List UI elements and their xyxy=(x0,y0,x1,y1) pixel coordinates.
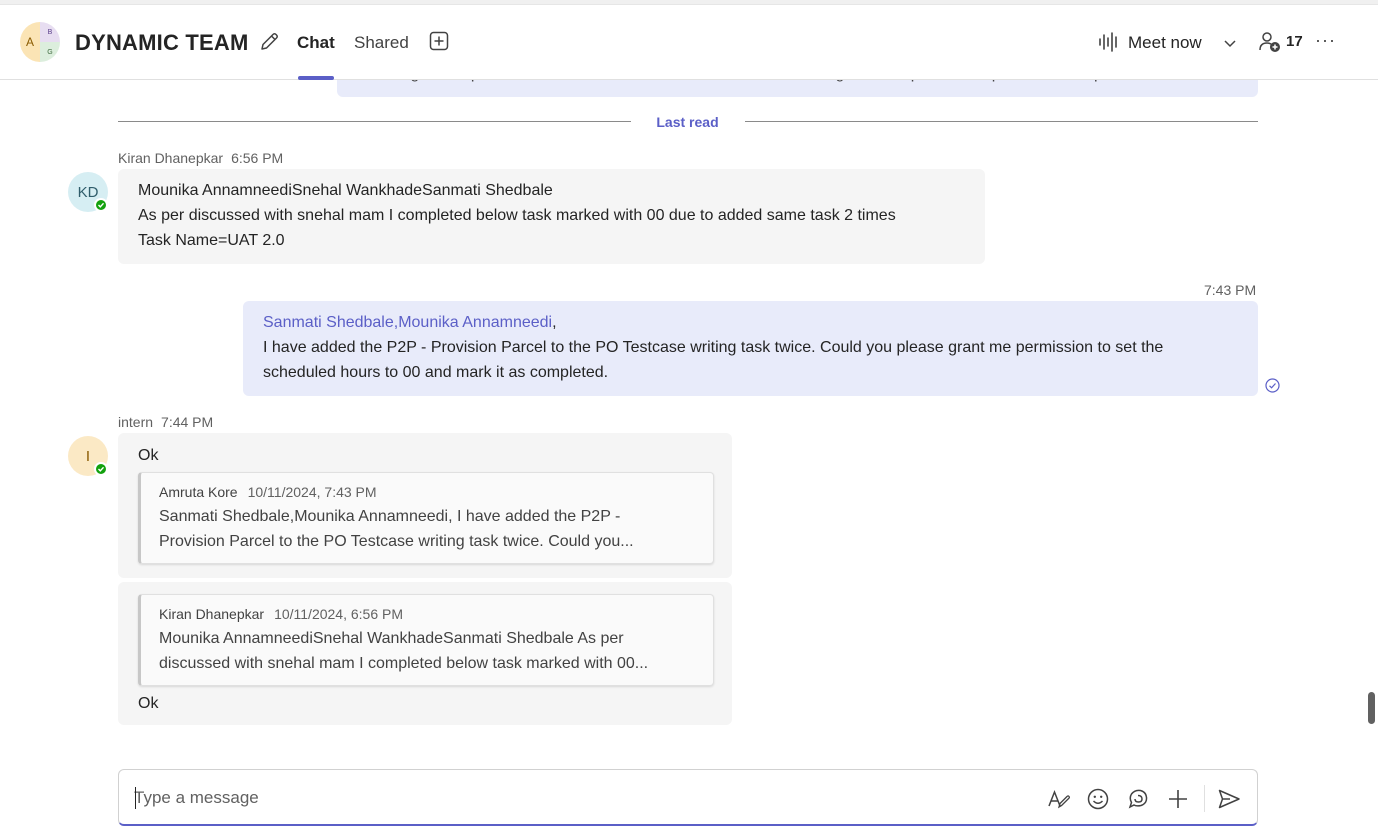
message-time: 7:43 PM xyxy=(1204,282,1257,298)
message-author[interactable]: intern xyxy=(118,414,153,430)
quoted-message-meta: Amruta Kore 10/11/2024, 7:43 PM xyxy=(159,484,377,500)
last-read-divider-right xyxy=(745,121,1258,122)
chat-header: A B G DYNAMIC TEAM Chat Shared Meet now … xyxy=(0,5,1378,80)
message-text-line: scheduled hours to 00 and mark it as com… xyxy=(263,364,609,381)
message-author[interactable]: Kiran Dhanepkar xyxy=(118,150,223,166)
quoted-text-line: Sanmati Shedbale,Mounika Annamneedi, I h… xyxy=(159,508,621,525)
presence-available-icon xyxy=(94,462,108,476)
message-time: 6:56 PM xyxy=(231,150,284,166)
edit-name-pencil-icon[interactable] xyxy=(258,31,280,53)
tab-shared[interactable]: Shared xyxy=(354,33,409,53)
quoted-text-line: Provision Parcel to the PO Testcase writ… xyxy=(159,533,634,550)
message-text: Ok xyxy=(138,447,159,464)
active-tab-indicator xyxy=(298,76,334,80)
add-tab-plus-icon[interactable] xyxy=(429,31,449,51)
last-read-label: Last read xyxy=(656,114,719,130)
message-meta: Kiran Dhanepkar 6:56 PM xyxy=(118,150,283,166)
own-message-bubble[interactable]: Sanmati Shedbale,Mounika Annamneedi, I h… xyxy=(243,301,1258,396)
group-avatar-initial-b: B xyxy=(40,22,60,42)
format-text-icon[interactable] xyxy=(1046,787,1070,811)
mention-list[interactable]: Sanmati Shedbale,Mounika Annamneedi xyxy=(263,314,552,331)
message-input[interactable] xyxy=(134,786,1014,810)
quoted-message[interactable]: Kiran Dhanepkar 10/11/2024, 6:56 PM Mouni… xyxy=(138,594,714,686)
more-options-icon[interactable]: ··· xyxy=(1315,31,1337,51)
scrollbar-thumb[interactable] xyxy=(1368,692,1375,724)
avatar-initials: I xyxy=(85,447,91,465)
message-text-line: Task Name=UAT 2.0 xyxy=(138,232,285,249)
meet-now-waveform-icon[interactable] xyxy=(1098,32,1120,52)
message-time: 7:44 PM xyxy=(161,414,214,430)
group-avatar-initial-a: A xyxy=(20,22,40,62)
group-avatar[interactable]: A B G xyxy=(20,22,60,62)
mention-suffix: , xyxy=(552,314,557,331)
plus-actions-icon[interactable] xyxy=(1166,787,1190,811)
quoted-time: 10/11/2024, 6:56 PM xyxy=(274,606,404,622)
message-bubble[interactable]: Mounika AnnamneediSnehal WankhadeSanmati… xyxy=(118,169,985,264)
group-avatar-initial-g: G xyxy=(40,42,60,62)
compose-box[interactable] xyxy=(118,769,1258,826)
meet-now-chevron-down-icon[interactable] xyxy=(1223,36,1237,48)
quoted-message[interactable]: Amruta Kore 10/11/2024, 7:43 PM Sanmati S… xyxy=(138,472,714,564)
text-caret xyxy=(135,787,136,809)
message-meta: intern 7:44 PM xyxy=(118,414,213,430)
quoted-author: Kiran Dhanepkar xyxy=(159,606,265,622)
quoted-author: Amruta Kore xyxy=(159,484,238,500)
message-text-line: I have added the P2P - Provision Parcel … xyxy=(263,339,1164,356)
compose-separator xyxy=(1204,785,1205,812)
meet-now-button[interactable]: Meet now xyxy=(1128,33,1202,53)
quoted-text-line: discussed with snehal mam I completed be… xyxy=(159,655,649,672)
team-name: DYNAMIC TEAM xyxy=(75,30,249,55)
tab-chat[interactable]: Chat xyxy=(297,33,335,53)
people-add-icon[interactable] xyxy=(1258,30,1282,54)
quoted-message-meta: Kiran Dhanepkar 10/11/2024, 6:56 PM xyxy=(159,606,403,622)
message-text: Ok xyxy=(138,695,159,712)
quoted-time: 10/11/2024, 7:43 PM xyxy=(247,484,377,500)
seen-check-icon xyxy=(1265,378,1280,393)
loop-component-icon[interactable] xyxy=(1126,787,1150,811)
avatar-initials: KD xyxy=(77,183,99,201)
mention-list[interactable]: Mounika AnnamneediSnehal WankhadeSanmati… xyxy=(138,182,553,200)
presence-available-icon xyxy=(94,198,108,212)
message-text-line: As per discussed with snehal mam I compl… xyxy=(138,207,896,224)
participant-count[interactable]: 17 xyxy=(1286,33,1303,50)
last-read-divider-left xyxy=(118,121,631,122)
quoted-text-line: Mounika AnnamneediSnehal WankhadeSanmati… xyxy=(159,630,624,647)
send-icon[interactable] xyxy=(1217,787,1241,811)
emoji-icon[interactable] xyxy=(1086,787,1110,811)
